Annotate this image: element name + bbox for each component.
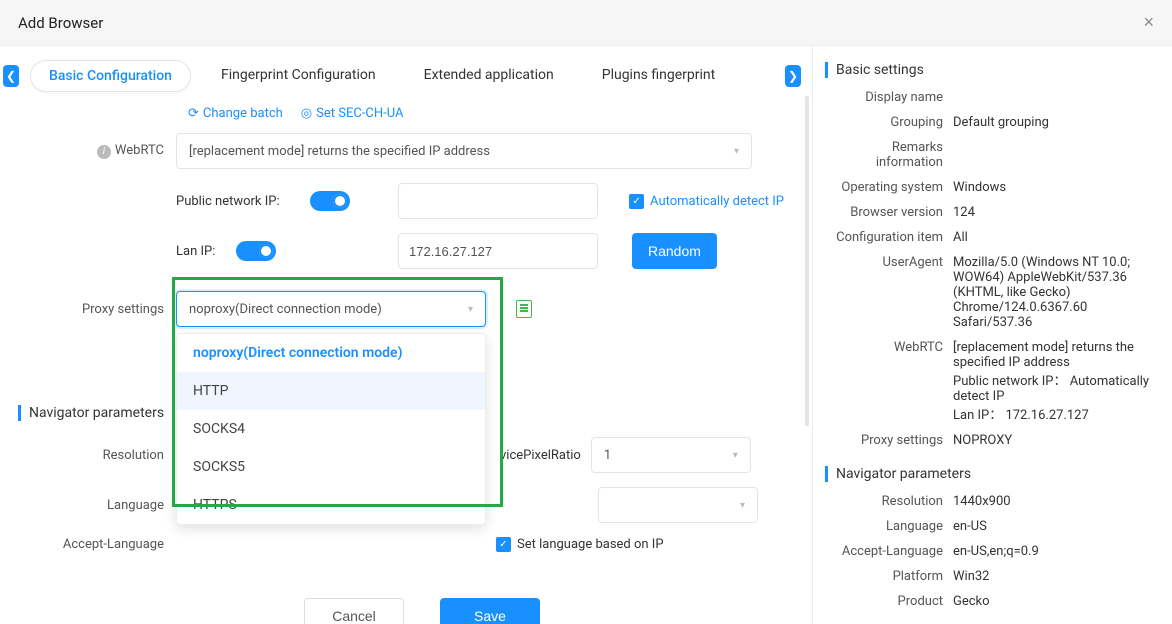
platform-info-label: Platform [825, 569, 953, 584]
language-info-label: Language [825, 519, 953, 534]
save-button[interactable]: Save [440, 598, 540, 624]
language-select[interactable]: ▾ [598, 487, 758, 523]
modal-title: Add Browser [18, 14, 103, 32]
lan-ip-input[interactable] [398, 233, 598, 269]
public-ip-input[interactable] [398, 183, 598, 219]
resolution-info-value: 1440x900 [953, 494, 1154, 509]
useragent-value: Mozilla/5.0 (Windows NT 10.0; WOW64) App… [953, 255, 1154, 330]
chevron-down-icon: ▾ [740, 500, 745, 511]
display-name-label: Display name [825, 90, 953, 105]
language-info-value: en-US [953, 519, 1154, 534]
webrtc-label: iWebRTC [60, 143, 176, 159]
tab-bar: ❮ Basic Configuration Fingerprint Config… [0, 46, 804, 106]
change-batch-link[interactable]: ⟳ Change batch [188, 106, 283, 121]
info-icon: i [97, 145, 111, 159]
proxy-info-value: NOPROXY [953, 433, 1154, 448]
scrollbar[interactable] [805, 96, 809, 426]
platform-info-value: Win32 [953, 569, 1154, 584]
accept-language-info-label: Accept-Language [825, 544, 953, 559]
chevron-down-icon: ▾ [468, 304, 473, 315]
remarks-value [953, 140, 1154, 170]
display-name-value [953, 90, 1154, 105]
proxy-option-https[interactable]: HTTPS [177, 486, 485, 524]
product-info-value: Gecko [953, 594, 1154, 609]
proxy-settings-label: Proxy settings [60, 302, 176, 317]
proxy-select[interactable]: noproxy(Direct connection mode) ▾ [176, 291, 486, 327]
os-label: Operating system [825, 180, 953, 195]
tab-basic-configuration[interactable]: Basic Configuration [30, 60, 191, 92]
lan-ip-label: Lan IP: [176, 244, 226, 259]
close-icon[interactable]: × [1143, 12, 1154, 33]
lan-ip-toggle[interactable] [236, 241, 276, 261]
proxy-info-label: Proxy settings [825, 433, 953, 448]
webrtc-info-label: WebRTC [825, 340, 953, 423]
public-ip-label: Public network IP: [176, 194, 300, 209]
modal-header: Add Browser × [0, 0, 1172, 46]
grouping-label: Grouping [825, 115, 953, 130]
config-item-label: Configuration item [825, 230, 953, 245]
public-ip-toggle[interactable] [310, 191, 350, 211]
proxy-option-socks5[interactable]: SOCKS5 [177, 448, 485, 486]
config-item-value: All [953, 230, 1154, 245]
browser-version-label: Browser version [825, 205, 953, 220]
chevron-down-icon: ▾ [733, 450, 738, 461]
resolution-info-label: Resolution [825, 494, 953, 509]
left-panel: ❮ Basic Configuration Fingerprint Config… [0, 46, 812, 624]
set-language-based-on-ip-checkbox[interactable]: ✓ Set language based on IP [496, 537, 664, 552]
navigator-parameters-info-header: Navigator parameters [825, 466, 1154, 482]
basic-settings-header: Basic settings [825, 62, 1154, 78]
tabs-prev-button[interactable]: ❮ [3, 65, 19, 87]
auto-detect-ip-checkbox[interactable]: ✓ Automatically detect IP [629, 194, 784, 209]
document-icon[interactable] [516, 300, 532, 318]
product-info-label: Product [825, 594, 953, 609]
os-value: Windows [953, 180, 1154, 195]
chevron-down-icon: ▾ [734, 146, 739, 157]
accept-language-info-value: en-US,en;q=0.9 [953, 544, 1154, 559]
browser-version-value: 124 [953, 205, 1154, 220]
device-pixel-ratio-select[interactable]: 1 ▾ [591, 437, 751, 473]
language-label: Language [60, 498, 176, 513]
tab-extended-application[interactable]: Extended application [406, 60, 572, 92]
set-sec-ch-ua-link[interactable]: ◎ Set SEC-CH-UA [301, 106, 404, 121]
webrtc-info-value: [replacement mode] returns the specified… [953, 340, 1154, 423]
tabs-next-button[interactable]: ❯ [785, 65, 801, 87]
proxy-option-http[interactable]: HTTP [177, 372, 485, 410]
refresh-icon: ⟳ [188, 106, 199, 121]
tab-plugins-fingerprint[interactable]: Plugins fingerprint [584, 60, 734, 92]
checkmark-icon: ✓ [629, 194, 644, 209]
accept-language-label: Accept-Language [60, 537, 176, 552]
tab-fingerprint-configuration[interactable]: Fingerprint Configuration [203, 60, 394, 92]
proxy-dropdown: noproxy(Direct connection mode) HTTP SOC… [176, 333, 486, 525]
cancel-button[interactable]: Cancel [304, 598, 404, 624]
resolution-label: Resolution [60, 448, 176, 463]
right-panel: Basic settings Display name GroupingDefa… [812, 46, 1172, 624]
useragent-label: UserAgent [825, 255, 953, 330]
random-button[interactable]: Random [632, 233, 717, 269]
device-pixel-ratio-label: vicePixelRatio [500, 448, 581, 463]
proxy-option-socks4[interactable]: SOCKS4 [177, 410, 485, 448]
remarks-label: Remarks information [825, 140, 953, 170]
webrtc-select[interactable]: [replacement mode] returns the specified… [176, 133, 752, 169]
target-icon: ◎ [301, 106, 312, 121]
proxy-option-noproxy[interactable]: noproxy(Direct connection mode) [177, 334, 485, 372]
checkmark-icon: ✓ [496, 537, 511, 552]
grouping-value: Default grouping [953, 115, 1154, 130]
